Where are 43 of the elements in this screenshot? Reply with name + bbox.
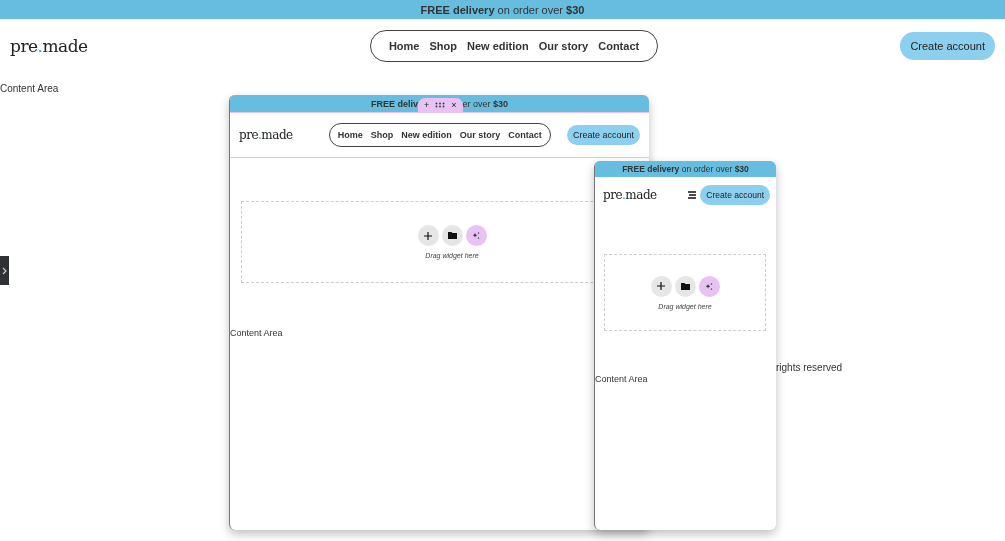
add-button[interactable]: + (423, 100, 430, 110)
create-account-button[interactable]: Create account (900, 32, 995, 60)
panel-toggle-handle[interactable] (0, 256, 9, 285)
nav-link[interactable]: New edition (466, 40, 529, 52)
folder-icon (680, 282, 690, 290)
content-area-label: Content Area (595, 374, 649, 384)
chevron-right-icon (1, 266, 8, 275)
sparkle-button[interactable] (698, 275, 720, 297)
announcement-text: FREE delivery on order over $30 (622, 164, 749, 174)
footer-text: rights reserved (776, 362, 843, 373)
nav-link[interactable]: New edition (401, 130, 452, 140)
header-section[interactable]: pre.made Home Shop New edition Our story Contact Create account (230, 112, 649, 158)
nav-link[interactable]: Shop (429, 40, 457, 52)
folder-icon (447, 232, 457, 239)
add-widget-button[interactable] (650, 275, 672, 297)
sparkle-icon (471, 231, 481, 240)
close-button[interactable]: × (451, 100, 457, 110)
logo[interactable]: pre.made (10, 36, 88, 56)
nav-link[interactable]: Home (388, 40, 420, 52)
create-account-button[interactable]: Create account (700, 185, 770, 205)
nav-link[interactable]: Our story (538, 40, 589, 52)
plus-icon (424, 231, 432, 240)
nav-link[interactable]: Shop (370, 130, 394, 140)
add-widget-button[interactable] (417, 225, 439, 246)
content-area-label: Content Area (230, 328, 284, 338)
nav-link[interactable]: Contact (508, 130, 542, 140)
create-account-button[interactable]: Create account (566, 125, 640, 145)
content-area-label: Content Area (0, 82, 60, 94)
folder-button[interactable] (674, 275, 696, 297)
nav-link[interactable]: Our story (459, 130, 501, 140)
announcement-text: er over $30 (462, 98, 509, 109)
nav-link[interactable]: Contact (598, 40, 640, 52)
sparkle-icon (704, 281, 714, 291)
drag-handle-icon[interactable] (435, 102, 446, 108)
menu-icon[interactable] (688, 191, 697, 199)
logo[interactable]: pre.made (239, 128, 293, 142)
logo[interactable]: pre.made (603, 188, 689, 202)
announcement-text: FREE deliv (370, 98, 418, 109)
sparkle-button[interactable] (465, 225, 487, 246)
announcement-text: FREE delivery on order over $30 (420, 3, 585, 16)
folder-button[interactable] (441, 225, 463, 246)
plus-icon (657, 282, 665, 290)
nav-link[interactable]: Home (337, 130, 363, 140)
